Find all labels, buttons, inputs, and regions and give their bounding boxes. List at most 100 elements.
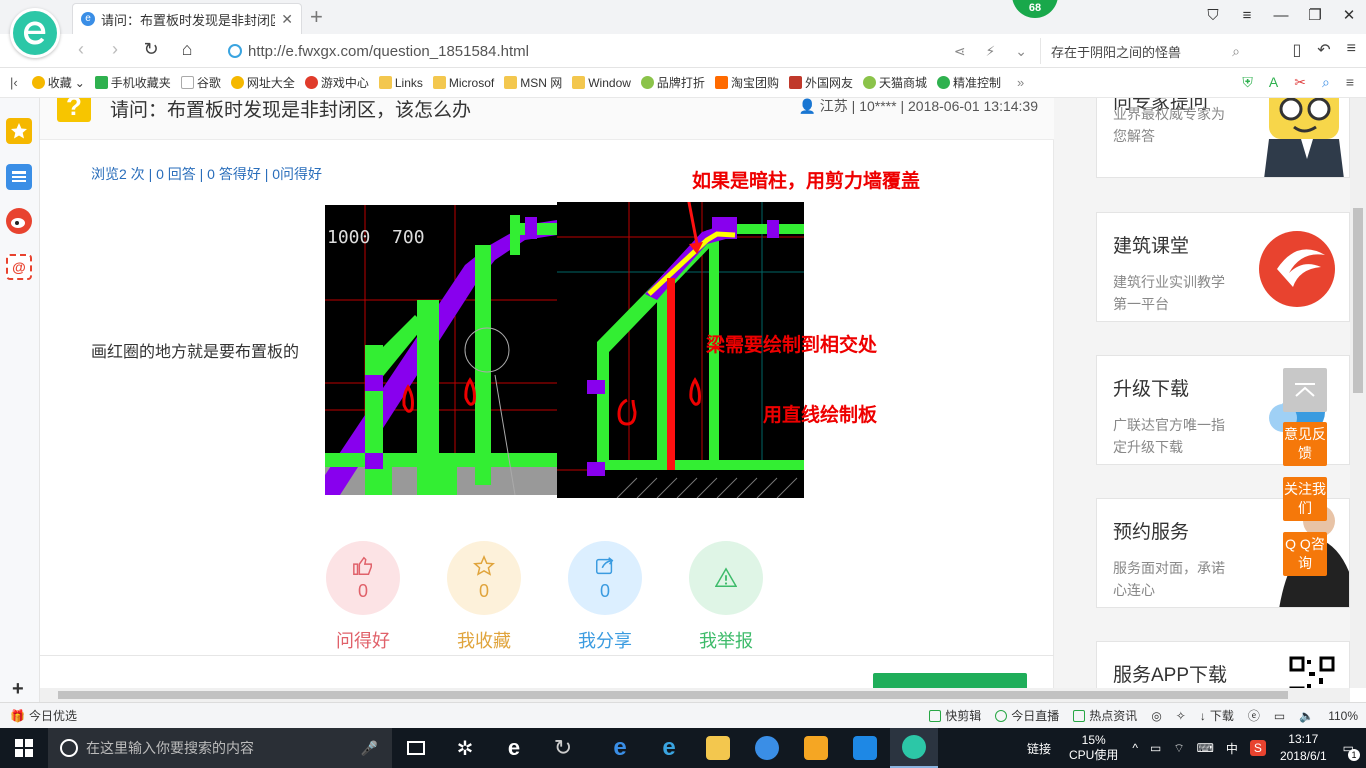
notification-icon[interactable]: ▭ 1: [1343, 741, 1360, 761]
phone-icon[interactable]: ▯: [1292, 40, 1301, 60]
internet-explorer-icon[interactable]: e: [645, 728, 693, 768]
share-button[interactable]: 0: [568, 541, 642, 615]
zoom-level[interactable]: 110%: [1328, 709, 1358, 723]
bookmark-item[interactable]: 游戏中心: [304, 74, 369, 91]
sound-icon[interactable]: 🔈: [1299, 709, 1314, 723]
follow-button[interactable]: 关注我们: [1283, 477, 1327, 521]
refresh-icon[interactable]: ↻: [138, 39, 164, 60]
like-label[interactable]: 问得好: [318, 627, 408, 653]
back-to-top-button[interactable]: [1283, 368, 1327, 412]
favorite-action[interactable]: 0 我收藏: [439, 541, 529, 653]
bookmark-item[interactable]: 谷歌: [180, 74, 221, 91]
feedback-button[interactable]: 意见反馈: [1283, 422, 1327, 466]
microphone-icon[interactable]: 🎤: [361, 740, 378, 757]
links-toolbar[interactable]: 链接: [1027, 740, 1051, 757]
clock[interactable]: 13:17 2018/6/1: [1280, 731, 1327, 765]
url-tools[interactable]: ⋖ ⚡ ⌄: [954, 43, 1035, 60]
ie-classic-icon[interactable]: e: [490, 728, 538, 768]
bookmark-item[interactable]: 天猫商城: [862, 74, 927, 91]
mail-icon[interactable]: @: [6, 254, 32, 280]
bookmark-folder[interactable]: MSN 网: [504, 74, 562, 91]
score-badge[interactable]: 68: [1012, 0, 1058, 18]
cpu-monitor[interactable]: 15% CPU使用: [1069, 733, 1118, 763]
bookmark-favorites[interactable]: 收藏 ⌄: [31, 74, 85, 91]
fan-app-icon[interactable]: ✲: [441, 728, 489, 768]
card-ask-expert[interactable]: 向专家提问 业界最权威专家为您解答: [1096, 98, 1350, 178]
horizontal-scrollbar[interactable]: [40, 688, 1350, 702]
bookmark-item[interactable]: 淘宝团购: [714, 74, 779, 91]
report-action[interactable]: 我举报: [681, 541, 771, 653]
start-button[interactable]: [0, 728, 48, 768]
reading-list-icon[interactable]: [6, 164, 32, 190]
edge-icon[interactable]: e: [596, 728, 644, 768]
bookmark-folder[interactable]: Window: [572, 76, 631, 90]
remote-app-icon[interactable]: [841, 728, 889, 768]
add-icon[interactable]: +: [12, 678, 24, 701]
bookmark-item[interactable]: 精准控制: [936, 74, 1001, 91]
browser-logo-icon[interactable]: [10, 8, 60, 58]
daily-picks-label[interactable]: 今日优选: [29, 707, 77, 724]
menu-icon[interactable]: ≡: [1230, 0, 1264, 34]
share-label[interactable]: 我分享: [560, 627, 650, 653]
report-button[interactable]: [689, 541, 763, 615]
daily-picks[interactable]: 🎁 今日优选: [0, 707, 77, 724]
taskbar-search[interactable]: 在这里输入你要搜索的内容 🎤: [48, 728, 392, 768]
card-building-class[interactable]: 建筑课堂 建筑行业实训教学第一平台: [1096, 212, 1350, 322]
weibo-icon[interactable]: [6, 208, 32, 234]
bookmark-item[interactable]: 手机收藏夹: [94, 74, 171, 91]
site-info-icon[interactable]: [228, 44, 242, 58]
browser-tab[interactable]: e 请问：布置板时发现是非封闭区 ✕: [72, 3, 302, 34]
downloads[interactable]: ↓ 下载: [1200, 707, 1234, 724]
question-stats[interactable]: 浏览2 次 | 0 回答 | 0 答得好 | 0问得好: [91, 164, 322, 184]
glodon-app-icon[interactable]: [743, 728, 791, 768]
taskbar-search-input[interactable]: 在这里输入你要搜索的内容: [86, 738, 254, 758]
bookmark-folder[interactable]: Microsof: [432, 76, 494, 90]
search-icon[interactable]: ⌕: [1322, 74, 1330, 91]
task-view-icon[interactable]: [392, 728, 440, 768]
card-app-download[interactable]: 服务APP下载: [1096, 641, 1350, 688]
network-icon[interactable]: ⌔: [1173, 741, 1184, 756]
accelerate-icon[interactable]: ◎: [1151, 709, 1161, 723]
favorite-label[interactable]: 我收藏: [439, 627, 529, 653]
answer-button[interactable]: [873, 673, 1027, 688]
browser-taskbar-icon[interactable]: [890, 728, 938, 768]
bookmark-folder[interactable]: Links: [378, 76, 423, 90]
bookmark-item[interactable]: 网址大全: [230, 74, 295, 91]
bookmark-item[interactable]: 品牌打折: [640, 74, 705, 91]
like-action[interactable]: 0 问得好: [318, 541, 408, 653]
ime-indicator[interactable]: 中: [1226, 740, 1238, 757]
vertical-scrollbar[interactable]: [1350, 98, 1366, 688]
vertical-scrollbar-thumb[interactable]: [1353, 208, 1363, 393]
scissors-icon[interactable]: ✂: [1294, 74, 1306, 91]
browser-icon[interactable]: ⓔ: [1248, 707, 1260, 724]
forward-icon[interactable]: ›: [102, 39, 128, 60]
keyboard-icon[interactable]: ⌨: [1197, 741, 1214, 755]
file-explorer-icon[interactable]: [694, 728, 742, 768]
menu-icon[interactable]: ≡: [1346, 74, 1354, 91]
favorite-button[interactable]: 0: [447, 541, 521, 615]
url-text[interactable]: http://e.fwxgx.com/question_1851584.html: [248, 43, 529, 60]
cad-screenshot-left[interactable]: 1000 700: [325, 205, 557, 495]
close-tab-icon[interactable]: ✕: [281, 11, 293, 28]
maximize-icon[interactable]: ❐: [1298, 0, 1332, 34]
search-box[interactable]: 存在于阴阳之间的怪兽 ⌕: [1040, 38, 1240, 64]
new-tab-icon[interactable]: +: [310, 4, 323, 30]
shirt-icon[interactable]: ⛉: [1196, 0, 1230, 34]
collapse-sidebar-icon[interactable]: |‹: [10, 75, 18, 90]
sogou-ime-icon[interactable]: S: [1249, 740, 1266, 756]
more-bookmarks-icon[interactable]: »: [1017, 75, 1024, 90]
undo-icon[interactable]: ↶: [1317, 40, 1330, 60]
window-icon[interactable]: ▭: [1274, 709, 1285, 723]
swirl-app-icon[interactable]: ↻: [539, 728, 587, 768]
live[interactable]: 今日直播: [995, 707, 1059, 724]
horizontal-scrollbar-thumb[interactable]: [58, 691, 1288, 699]
hot-news[interactable]: 热点资讯: [1073, 707, 1137, 724]
chevron-up-icon[interactable]: ^: [1132, 741, 1138, 755]
shield-icon[interactable]: ⛨: [1242, 74, 1253, 91]
notepad-app-icon[interactable]: [792, 728, 840, 768]
search-icon[interactable]: ⌕: [1232, 43, 1240, 60]
battery-icon[interactable]: ▭: [1150, 741, 1161, 755]
close-window-icon[interactable]: ✕: [1332, 0, 1366, 34]
search-input[interactable]: 存在于阴阳之间的怪兽: [1051, 42, 1232, 61]
url-bar[interactable]: http://e.fwxgx.com/question_1851584.html…: [220, 38, 1035, 64]
